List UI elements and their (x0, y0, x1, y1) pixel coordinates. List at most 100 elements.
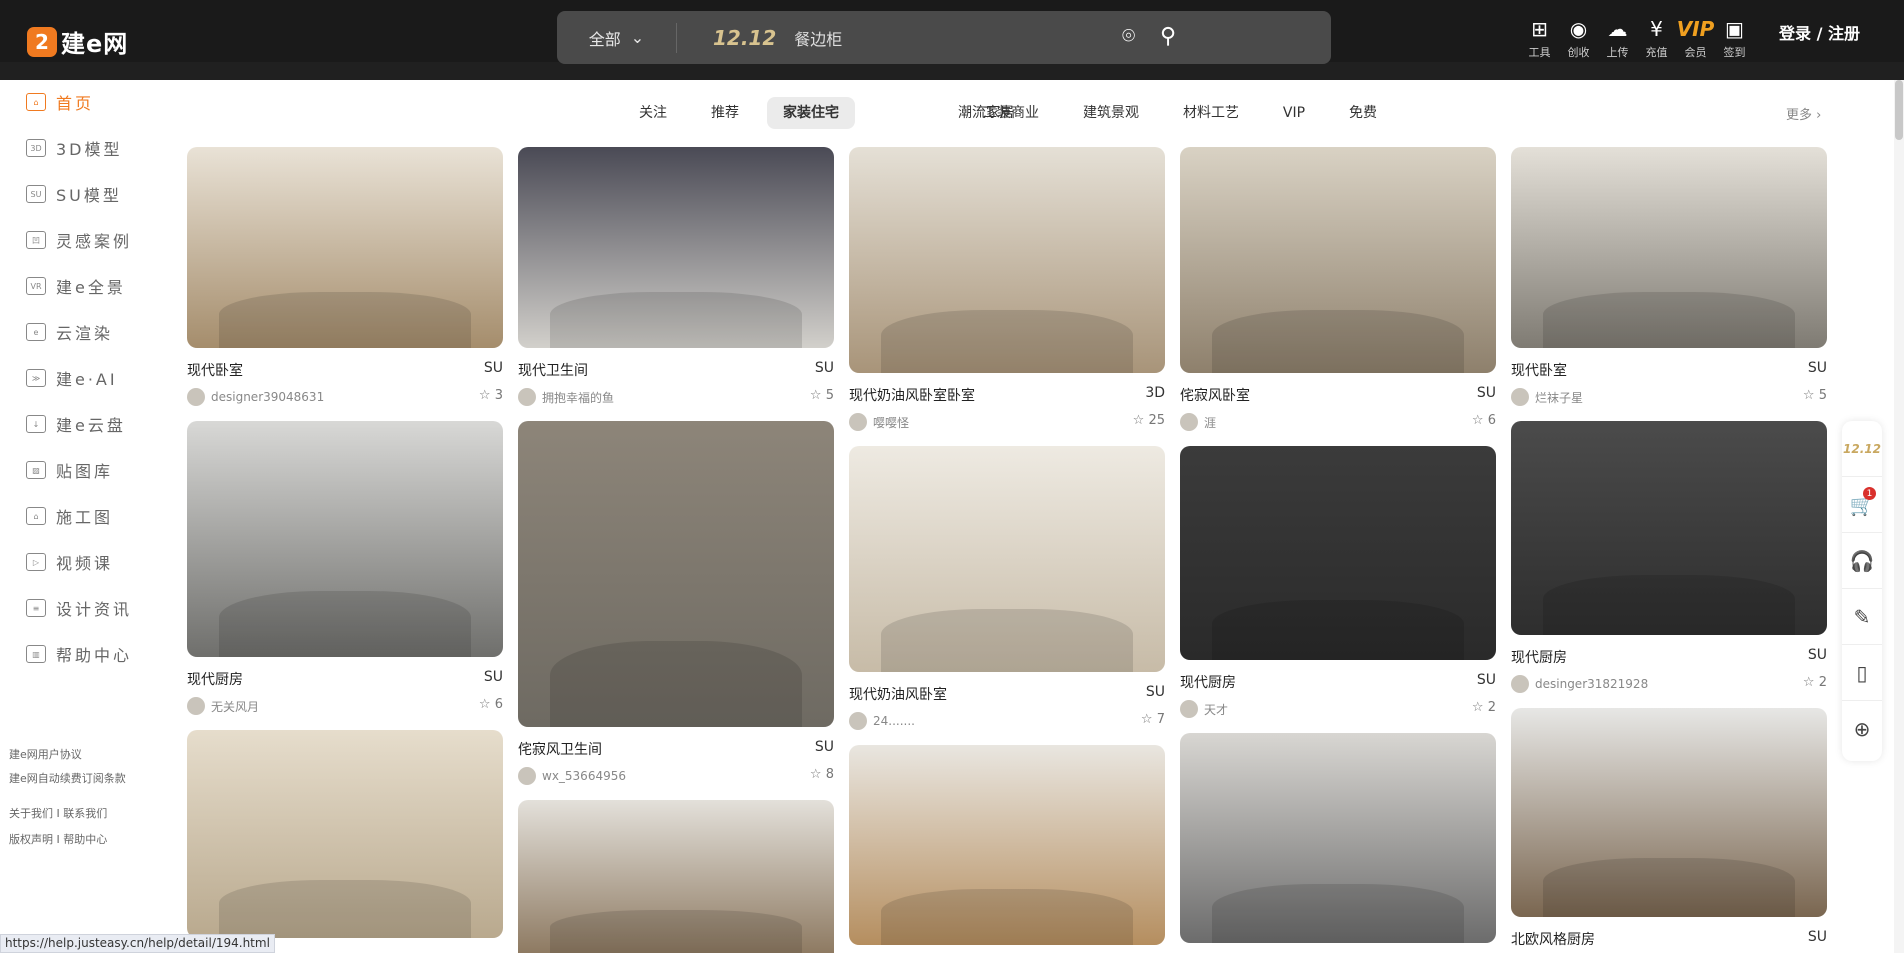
favorite-count[interactable]: ☆ 6 (479, 697, 503, 712)
model-thumbnail[interactable] (1511, 708, 1827, 917)
header-tool-upload[interactable]: ☁ 上传 (1598, 16, 1637, 60)
tab-6[interactable]: 材料工艺 (1167, 97, 1255, 129)
tab-5[interactable]: 建筑景观 (1067, 97, 1155, 129)
model-card[interactable]: 现代卧室 SU 烂袜子星 ☆ 5 (1511, 147, 1827, 421)
header-tool-grid[interactable]: ⊞ 工具 (1520, 16, 1559, 60)
model-title[interactable]: 现代卫生间 (518, 360, 588, 380)
favorite-count[interactable]: ☆ 5 (1803, 388, 1827, 403)
author[interactable]: 涯 (1180, 413, 1216, 431)
model-card[interactable]: 侘寂风卧室 SU 涯 ☆ 6 (1180, 147, 1496, 446)
model-card[interactable]: 现代奶油风卧室卧室 3D 嘤嘤怪 ☆ 25 (849, 147, 1165, 446)
model-title[interactable]: 侘寂风卧室 (1180, 385, 1250, 405)
headset-button[interactable]: 🎧 (1842, 533, 1882, 589)
sidebar-footer-link[interactable]: 建e网用户协议 (9, 746, 82, 762)
promo-1212-button[interactable]: 12.12 (1842, 421, 1882, 477)
model-title[interactable]: 现代厨房 (1511, 647, 1567, 667)
model-card[interactable] (518, 800, 834, 953)
model-card[interactable] (1180, 733, 1496, 943)
search-icon[interactable]: ⚲ (1160, 25, 1176, 49)
model-thumbnail[interactable] (1180, 147, 1496, 373)
model-title[interactable]: 现代厨房 (1180, 672, 1236, 692)
tab-0[interactable]: 关注 (623, 97, 683, 129)
sidebar-item-7[interactable]: ↓ 建e云盘 (26, 412, 126, 436)
header-tool-lightbulb[interactable]: ◉ 创收 (1559, 16, 1598, 60)
sidebar-item-8[interactable]: ▨ 贴图库 (26, 458, 113, 482)
sidebar-footer-link[interactable]: 关于我们 I 联系我们 (9, 805, 107, 821)
model-thumbnail[interactable] (849, 147, 1165, 373)
model-card[interactable]: 北欧风格厨房 SU (1511, 708, 1827, 949)
sidebar-item-5[interactable]: e 云渲染 (26, 320, 113, 344)
model-title[interactable]: 侘寂风卫生间 (518, 739, 602, 759)
sidebar-item-10[interactable]: ▷ 视频课 (26, 550, 113, 574)
model-thumbnail[interactable] (187, 730, 503, 938)
mobile-button[interactable]: ▯ (1842, 645, 1882, 701)
promo-1212-badge[interactable]: 12.12 (713, 26, 776, 50)
author[interactable]: wx_53664956 (518, 767, 626, 785)
model-thumbnail[interactable] (1180, 733, 1496, 943)
sidebar-item-11[interactable]: ≡ 设计资讯 (26, 596, 132, 620)
model-title[interactable]: 现代奶油风卧室 (849, 684, 947, 704)
model-thumbnail[interactable] (1511, 147, 1827, 348)
favorite-count[interactable]: ☆ 8 (810, 767, 834, 782)
sidebar-footer-link[interactable]: 版权声明 I 帮助中心 (9, 831, 107, 847)
favorite-count[interactable]: ☆ 3 (479, 388, 503, 403)
model-card[interactable]: 现代卧室 SU designer39048631 ☆ 3 (187, 147, 503, 421)
model-thumbnail[interactable] (1180, 446, 1496, 660)
model-title[interactable]: 北欧风格厨房 (1511, 929, 1595, 949)
sidebar-item-4[interactable]: VR 建e全景 (26, 274, 126, 298)
author[interactable]: 天才 (1180, 700, 1228, 718)
search-input[interactable]: 餐边柜 (794, 26, 842, 50)
edit-note-button[interactable]: ✎ (1842, 589, 1882, 645)
author[interactable]: 烂袜子星 (1511, 388, 1583, 406)
model-card[interactable]: 现代厨房 SU 无关风月 ☆ 6 (187, 421, 503, 730)
tab-2[interactable]: 家装住宅 (767, 97, 855, 129)
model-thumbnail[interactable] (187, 421, 503, 657)
model-title[interactable]: 现代奶油风卧室卧室 (849, 385, 975, 405)
sidebar-item-6[interactable]: ≫ 建e·AI (26, 366, 118, 390)
tab-7[interactable]: VIP (1267, 97, 1321, 129)
model-card[interactable]: 现代厨房 SU 天才 ☆ 2 (1180, 446, 1496, 733)
tab-8[interactable]: 免费 (1333, 97, 1393, 129)
favorite-count[interactable]: ☆ 2 (1803, 675, 1827, 690)
model-title[interactable]: 现代卧室 (1511, 360, 1567, 380)
search-category-dropdown[interactable]: 全部 ⌄ (557, 22, 677, 53)
model-thumbnail[interactable] (187, 147, 503, 348)
sidebar-item-1[interactable]: 3D 3D模型 (26, 136, 123, 160)
author[interactable]: 嘤嘤怪 (849, 413, 909, 431)
site-logo[interactable]: 2 建e网 (27, 24, 128, 59)
model-thumbnail[interactable] (1511, 421, 1827, 635)
login-register-button[interactable]: 登录 / 注册 (1779, 20, 1860, 44)
header-tool-yen[interactable]: ¥ 充值 (1637, 16, 1676, 60)
scrollbar[interactable] (1894, 80, 1904, 953)
author[interactable]: desinger31821928 (1511, 675, 1648, 693)
model-card[interactable]: 现代厨房 SU desinger31821928 ☆ 2 (1511, 421, 1827, 708)
favorite-count[interactable]: ☆ 25 (1133, 413, 1165, 428)
model-thumbnail[interactable] (849, 745, 1165, 945)
model-thumbnail[interactable] (518, 800, 834, 953)
model-card[interactable] (849, 745, 1165, 945)
author[interactable]: 拥抱幸福的鱼 (518, 388, 614, 406)
cart-button[interactable]: 🛒 1 (1842, 477, 1882, 533)
header-tool-calendar-check[interactable]: ▣ 签到 (1715, 16, 1754, 60)
favorite-count[interactable]: ☆ 5 (810, 388, 834, 403)
more-tabs-button[interactable]: 更多 › (1786, 104, 1821, 123)
sidebar-item-3[interactable]: 凹灵感案例 (26, 228, 132, 252)
tab-1[interactable]: 推荐 (695, 97, 755, 129)
sidebar-footer-link[interactable]: 建e网自动续费订阅条款 (9, 770, 126, 786)
model-card[interactable]: 现代卫生间 SU 拥抱幸福的鱼 ☆ 5 (518, 147, 834, 421)
model-card[interactable] (187, 730, 503, 938)
favorite-count[interactable]: ☆ 7 (1141, 712, 1165, 727)
model-card[interactable]: 现代奶油风卧室 SU 24....... ☆ 7 (849, 446, 1165, 745)
header-tool-vip[interactable]: VIP 会员 (1676, 16, 1715, 60)
model-thumbnail[interactable] (849, 446, 1165, 672)
model-title[interactable]: 现代厨房 (187, 669, 243, 689)
model-thumbnail[interactable] (518, 421, 834, 727)
model-card[interactable]: 侘寂风卫生间 SU wx_53664956 ☆ 8 (518, 421, 834, 800)
author[interactable]: 无关风月 (187, 697, 259, 715)
author[interactable]: designer39048631 (187, 388, 324, 406)
model-title[interactable]: 现代卧室 (187, 360, 243, 380)
camera-icon[interactable]: ⌾ (1122, 25, 1135, 49)
author[interactable]: 24....... (849, 712, 915, 730)
scrollbar-thumb[interactable] (1895, 80, 1903, 140)
sidebar-item-9[interactable]: ⌂ 施工图 (26, 504, 113, 528)
